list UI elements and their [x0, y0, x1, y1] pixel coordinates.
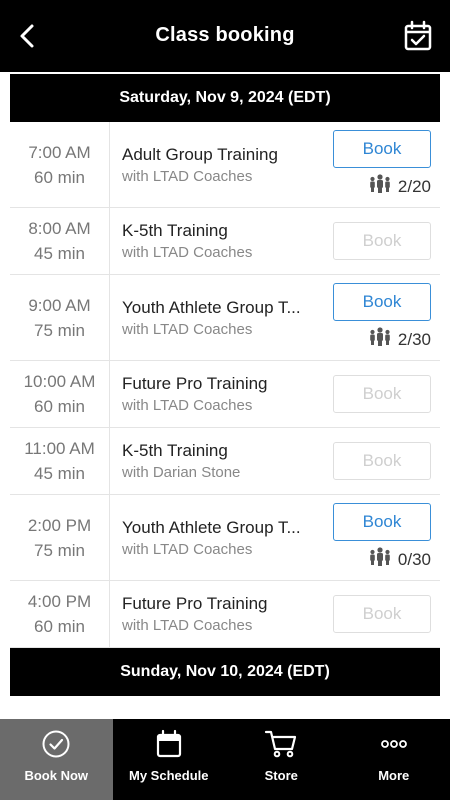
class-row[interactable]: 8:00 AM 45 min K-5th Training with LTAD Coa…: [10, 208, 440, 275]
day-header: Saturday, Nov 9, 2024 (EDT): [10, 74, 440, 122]
class-row[interactable]: 2:00 PM 75 min Youth Athlete Group T... wit…: [10, 495, 440, 581]
class-actions: Book 0/30: [330, 495, 440, 580]
duration: 45 min: [33, 464, 86, 483]
class-time: 7:00 AM 60 min: [10, 122, 110, 207]
attendance-value: 2/30: [397, 329, 431, 349]
start-time: 10:00 AM: [23, 372, 96, 391]
tab-label: My Schedule: [129, 768, 209, 783]
book-button: Book: [333, 595, 431, 633]
class-actions: Book 2/20: [330, 122, 440, 207]
class-name: Youth Athlete Group T...: [122, 297, 301, 317]
class-coach: with LTAD Coaches: [122, 244, 253, 261]
class-actions: Book: [330, 428, 440, 494]
duration: 75 min: [33, 320, 86, 340]
tab-label: Book Now: [24, 768, 89, 783]
attendance-count: 2/20: [368, 174, 431, 199]
duration: 60 min: [33, 397, 86, 416]
start-time: 2:00 PM: [27, 515, 92, 535]
attendance-count: 0/30: [368, 547, 431, 572]
class-coach: with LTAD Coaches: [122, 397, 253, 414]
duration: 45 min: [33, 244, 86, 263]
class-time: 9:00 AM 75 min: [10, 275, 110, 360]
calendar-check-icon[interactable]: [404, 20, 432, 52]
bottom-tab-bar: Book Now My Schedule Store More: [0, 719, 450, 800]
start-time: 8:00 AM: [28, 219, 91, 238]
duration: 75 min: [33, 540, 86, 560]
duration: 60 min: [33, 167, 86, 187]
calendar-icon: [154, 729, 184, 762]
tab-label: More: [378, 768, 410, 783]
people-icon: [368, 547, 398, 572]
class-time: 4:00 PM 60 min: [10, 581, 110, 647]
start-time: 7:00 AM: [28, 142, 91, 162]
class-time: 8:00 AM 45 min: [10, 208, 110, 274]
class-name: Future Pro Training: [122, 594, 268, 613]
class-schedule-list[interactable]: Saturday, Nov 9, 2024 (EDT) 7:00 AM 60 min…: [0, 72, 450, 719]
class-row[interactable]: 7:00 AM 60 min Adult Group Training with LT…: [10, 122, 440, 208]
class-info: Adult Group Training with LTAD Coaches: [110, 122, 330, 207]
attendance-count: 2/30: [368, 327, 431, 352]
class-name: K-5th Training: [122, 221, 228, 240]
class-coach: with LTAD Coaches: [122, 167, 253, 185]
attendance-value: 0/30: [397, 549, 431, 569]
check-circle-icon: [41, 729, 71, 762]
start-time: 11:00 AM: [24, 439, 95, 458]
class-coach: with LTAD Coaches: [122, 320, 253, 338]
tab-label: Store: [264, 768, 298, 783]
class-coach: with LTAD Coaches: [122, 540, 253, 558]
class-info: K-5th Training with LTAD Coaches: [110, 208, 330, 274]
cart-icon: [264, 729, 298, 762]
class-actions: Book 2/30: [330, 275, 440, 360]
attendance-value: 2/20: [397, 176, 431, 196]
class-actions: Book: [330, 361, 440, 427]
book-button: Book: [333, 442, 431, 480]
people-icon: [368, 174, 398, 199]
class-coach: with Darian Stone: [122, 464, 241, 481]
class-row[interactable]: 10:00 AM 60 min Future Pro Training with LT…: [10, 361, 440, 428]
class-info: Youth Athlete Group T... with LTAD Coache…: [110, 275, 330, 360]
book-button[interactable]: Book: [333, 130, 431, 168]
class-actions: Book: [330, 581, 440, 647]
book-button: Book: [333, 375, 431, 413]
start-time: 9:00 AM: [28, 295, 91, 315]
tab-more[interactable]: More: [338, 719, 450, 800]
class-info: Youth Athlete Group T... with LTAD Coache…: [110, 495, 330, 580]
class-row[interactable]: 9:00 AM 75 min Youth Athlete Group T... wit…: [10, 275, 440, 361]
tab-store[interactable]: Store: [225, 719, 338, 800]
day-class-list: 7:00 AM 60 min Adult Group Training with LT…: [10, 122, 440, 648]
more-dots-icon: [379, 729, 409, 762]
class-time: 11:00 AM 45 min: [10, 428, 110, 494]
tab-book-now[interactable]: Book Now: [0, 719, 113, 800]
start-time: 4:00 PM: [27, 592, 92, 611]
class-info: Future Pro Training with LTAD Coaches: [110, 581, 330, 647]
class-name: Adult Group Training: [122, 144, 278, 164]
tab-my-schedule[interactable]: My Schedule: [113, 719, 226, 800]
class-time: 2:00 PM 75 min: [10, 495, 110, 580]
class-actions: Book: [330, 208, 440, 274]
book-button[interactable]: Book: [333, 283, 431, 321]
class-info: K-5th Training with Darian Stone: [110, 428, 330, 494]
class-name: Youth Athlete Group T...: [122, 517, 301, 537]
class-info: Future Pro Training with LTAD Coaches: [110, 361, 330, 427]
duration: 60 min: [33, 617, 86, 636]
day-header: Sunday, Nov 10, 2024 (EDT): [10, 648, 440, 696]
page-title: Class booking: [155, 24, 295, 46]
class-time: 10:00 AM 60 min: [10, 361, 110, 427]
class-row[interactable]: 4:00 PM 60 min Future Pro Training with LTA…: [10, 581, 440, 648]
class-coach: with LTAD Coaches: [122, 617, 253, 634]
book-button[interactable]: Book: [333, 503, 431, 541]
class-row[interactable]: 11:00 AM 45 min K-5th Training with Darian …: [10, 428, 440, 495]
class-name: K-5th Training: [122, 441, 228, 460]
class-name: Future Pro Training: [122, 374, 268, 393]
people-icon: [368, 327, 398, 352]
book-button: Book: [333, 222, 431, 260]
app-header: Class booking: [0, 0, 450, 72]
